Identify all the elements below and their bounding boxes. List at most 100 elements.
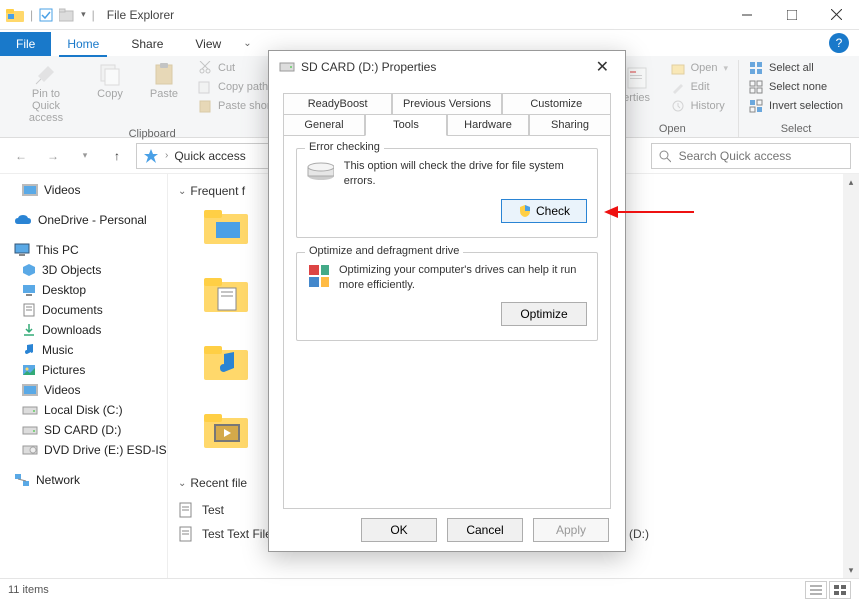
quick-access-icon [143,148,159,164]
invert-selection-button[interactable]: Invert selection [747,98,845,114]
select-all-button[interactable]: Select all [747,60,845,76]
folder-tile-documents[interactable] [202,274,250,314]
paste-shortcut-icon [198,99,212,113]
maximize-button[interactable] [769,1,814,29]
qat-checkbox-icon[interactable] [39,8,53,22]
chevron-down-icon: ⌄ [178,478,186,489]
sidebar-item-network[interactable]: Network [2,470,165,490]
dialog-body: Error checking This option will check th… [283,136,611,509]
videos-icon [22,183,38,197]
drive-icon [279,61,295,73]
qat-divider: | [30,8,33,22]
history-button[interactable]: History [669,98,730,114]
tab-sharing[interactable]: Sharing [529,114,611,136]
ribbon-collapse-button[interactable]: ⌄ [237,36,257,51]
vertical-scrollbar[interactable]: ▴ ▾ [843,174,859,578]
sidebar-item-dvd[interactable]: DVD Drive (E:) ESD-IS [2,440,165,460]
scroll-up-button[interactable]: ▴ [843,174,859,190]
pin-quick-access-button[interactable]: Pin to Quick access [14,60,78,126]
sidebar-item-videos[interactable]: Videos [2,180,165,200]
sidebar-item-sd-card[interactable]: SD CARD (D:) [2,420,165,440]
sidebar-item-pictures[interactable]: Pictures [2,360,165,380]
pc-icon [14,243,30,257]
help-icon[interactable]: ? [829,33,849,53]
cancel-button[interactable]: Cancel [447,518,523,542]
folder-tile-desktop[interactable] [202,206,250,246]
dialog-title: SD CARD (D:) Properties [301,60,436,74]
apply-button[interactable]: Apply [533,518,609,542]
dialog-tabs: ReadyBoost Previous Versions Customize G… [283,93,611,136]
ribbon-group-select: Select all Select none Invert selection … [739,60,853,137]
tab-share[interactable]: Share [115,32,179,56]
window-title: File Explorer [107,8,174,22]
up-button[interactable]: ↑ [104,143,130,169]
view-details-button[interactable] [805,581,827,599]
sidebar-item-onedrive[interactable]: OneDrive - Personal [2,210,165,230]
search-box[interactable] [651,143,851,169]
dialog-titlebar: SD CARD (D:) Properties ✕ [269,51,625,83]
edit-icon [671,80,685,94]
tab-home[interactable]: Home [51,32,115,56]
dialog-close-button[interactable]: ✕ [590,55,615,79]
ribbon-group-label: Clipboard [129,126,176,142]
qat-newfolder-icon[interactable] [59,8,75,22]
properties-dialog: SD CARD (D:) Properties ✕ ReadyBoost Pre… [268,50,626,552]
minimize-button[interactable] [724,1,769,29]
tab-customize[interactable]: Customize [502,93,611,114]
recent-locations-button[interactable]: ▾ [72,143,98,169]
error-checking-text: This option will check the drive for fil… [344,159,587,189]
nav-sidebar: Videos OneDrive - Personal This PC 3D Ob… [0,174,168,578]
select-all-icon [749,61,763,75]
sidebar-item-local-disk[interactable]: Local Disk (C:) [2,400,165,420]
properties-label: erties [623,92,650,104]
copy-path-icon [198,80,212,94]
search-input[interactable] [677,148,844,164]
qat-dropdown-icon[interactable]: ▾ [81,9,86,20]
back-button[interactable]: ← [8,143,34,169]
tab-file[interactable]: File [0,32,51,56]
music-icon [22,343,36,357]
file-name: Test [202,503,224,517]
explorer-app-icon [6,7,24,23]
qat-divider: | [92,8,95,22]
sidebar-item-documents[interactable]: Documents [2,300,165,320]
paste-button[interactable]: Paste [142,60,186,102]
tab-previous-versions[interactable]: Previous Versions [392,93,501,114]
sidebar-item-desktop[interactable]: Desktop [2,280,165,300]
sidebar-item-music[interactable]: Music [2,340,165,360]
breadcrumb-item[interactable]: Quick access [174,149,245,163]
select-none-button[interactable]: Select none [747,79,845,95]
paste-label: Paste [150,88,178,100]
sidebar-item-this-pc[interactable]: This PC [2,240,165,260]
tab-tools[interactable]: Tools [365,114,447,136]
folder-tile-videos[interactable] [202,410,250,450]
pin-label: Pin to Quick access [18,88,74,124]
sidebar-item-downloads[interactable]: Downloads [2,320,165,340]
ribbon-group-open: erties Open▾ Edit History Open [607,60,739,137]
fieldset-legend: Optimize and defragment drive [305,245,463,257]
documents-icon [22,303,36,317]
optimize-button[interactable]: Optimize [501,302,587,326]
ok-button[interactable]: OK [361,518,437,542]
close-button[interactable] [814,1,859,29]
forward-button[interactable]: → [40,143,66,169]
defrag-icon [307,263,329,289]
tab-general[interactable]: General [283,114,365,136]
text-file-icon [178,526,194,542]
optimize-text: Optimizing your computer's drives can he… [339,263,587,293]
edit-button[interactable]: Edit [669,79,730,95]
view-large-icons-button[interactable] [829,581,851,599]
copy-button[interactable]: Copy [88,60,132,102]
sidebar-item-3d-objects[interactable]: 3D Objects [2,260,165,280]
titlebar: | ▾ | File Explorer [0,0,859,30]
tab-view[interactable]: View [179,32,237,56]
open-icon [671,61,685,75]
check-button[interactable]: Check [501,199,587,223]
fieldset-legend: Error checking [305,141,384,153]
tab-hardware[interactable]: Hardware [447,114,529,136]
scroll-down-button[interactable]: ▾ [843,562,859,578]
open-button[interactable]: Open▾ [669,60,730,76]
folder-tile-music[interactable] [202,342,250,382]
tab-readyboost[interactable]: ReadyBoost [283,93,392,114]
sidebar-item-videos[interactable]: Videos [2,380,165,400]
